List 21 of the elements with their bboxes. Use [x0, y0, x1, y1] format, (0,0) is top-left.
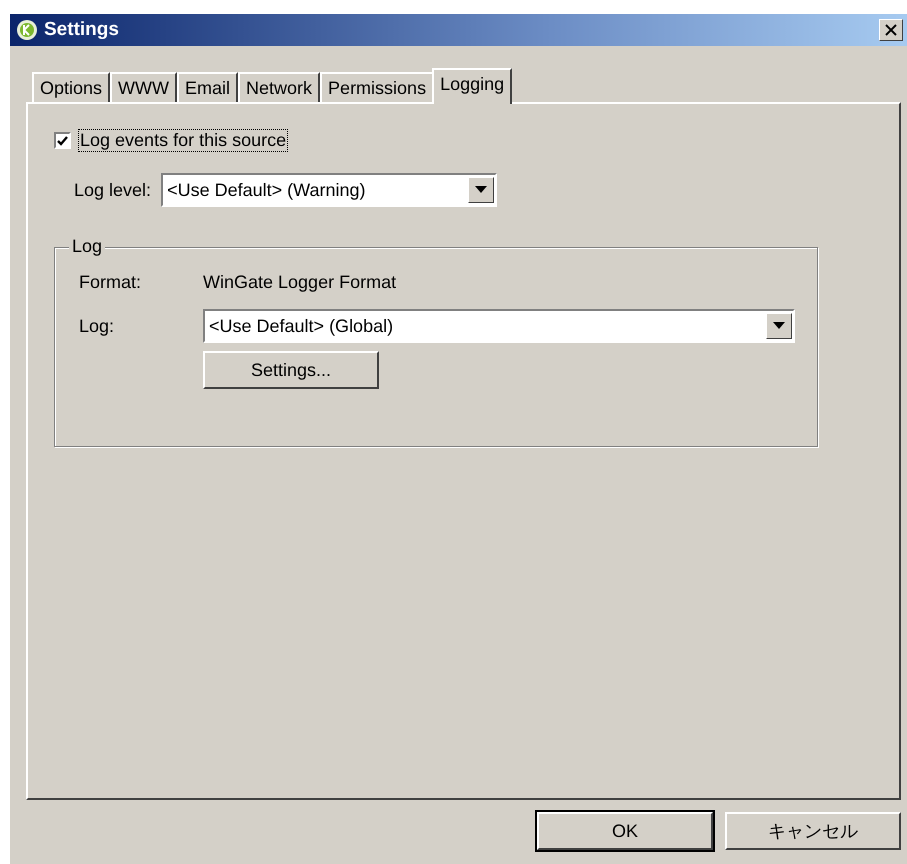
tab[interactable]: Network — [238, 72, 320, 102]
dialog-button[interactable]: OK — [537, 812, 713, 850]
app-logo-icon — [16, 19, 38, 41]
log-dropdown[interactable]: <Use Default> (Global) — [203, 309, 795, 343]
settings-button[interactable]: Settings... — [203, 351, 379, 389]
tab[interactable]: Options — [32, 72, 110, 102]
format-label: Format: — [79, 272, 142, 293]
checkbox-label[interactable]: Log events for this source — [79, 130, 288, 151]
window-title: Settings — [44, 19, 120, 41]
log-level-label: Log level: — [74, 180, 152, 200]
close-button[interactable] — [879, 19, 903, 41]
dialog-button[interactable]: キャンセル — [725, 812, 901, 850]
tab[interactable]: Logging — [432, 68, 512, 104]
log-label: Log: — [79, 316, 116, 336]
format-value: WinGate Logger Format — [203, 272, 396, 293]
tab[interactable]: WWW — [110, 72, 178, 102]
close-icon — [884, 24, 898, 36]
tab[interactable]: Permissions — [320, 72, 434, 102]
log-level-dropdown[interactable]: <Use Default> (Warning) — [161, 173, 498, 207]
checkbox[interactable] — [54, 132, 71, 149]
tab[interactable]: Email — [177, 72, 238, 102]
